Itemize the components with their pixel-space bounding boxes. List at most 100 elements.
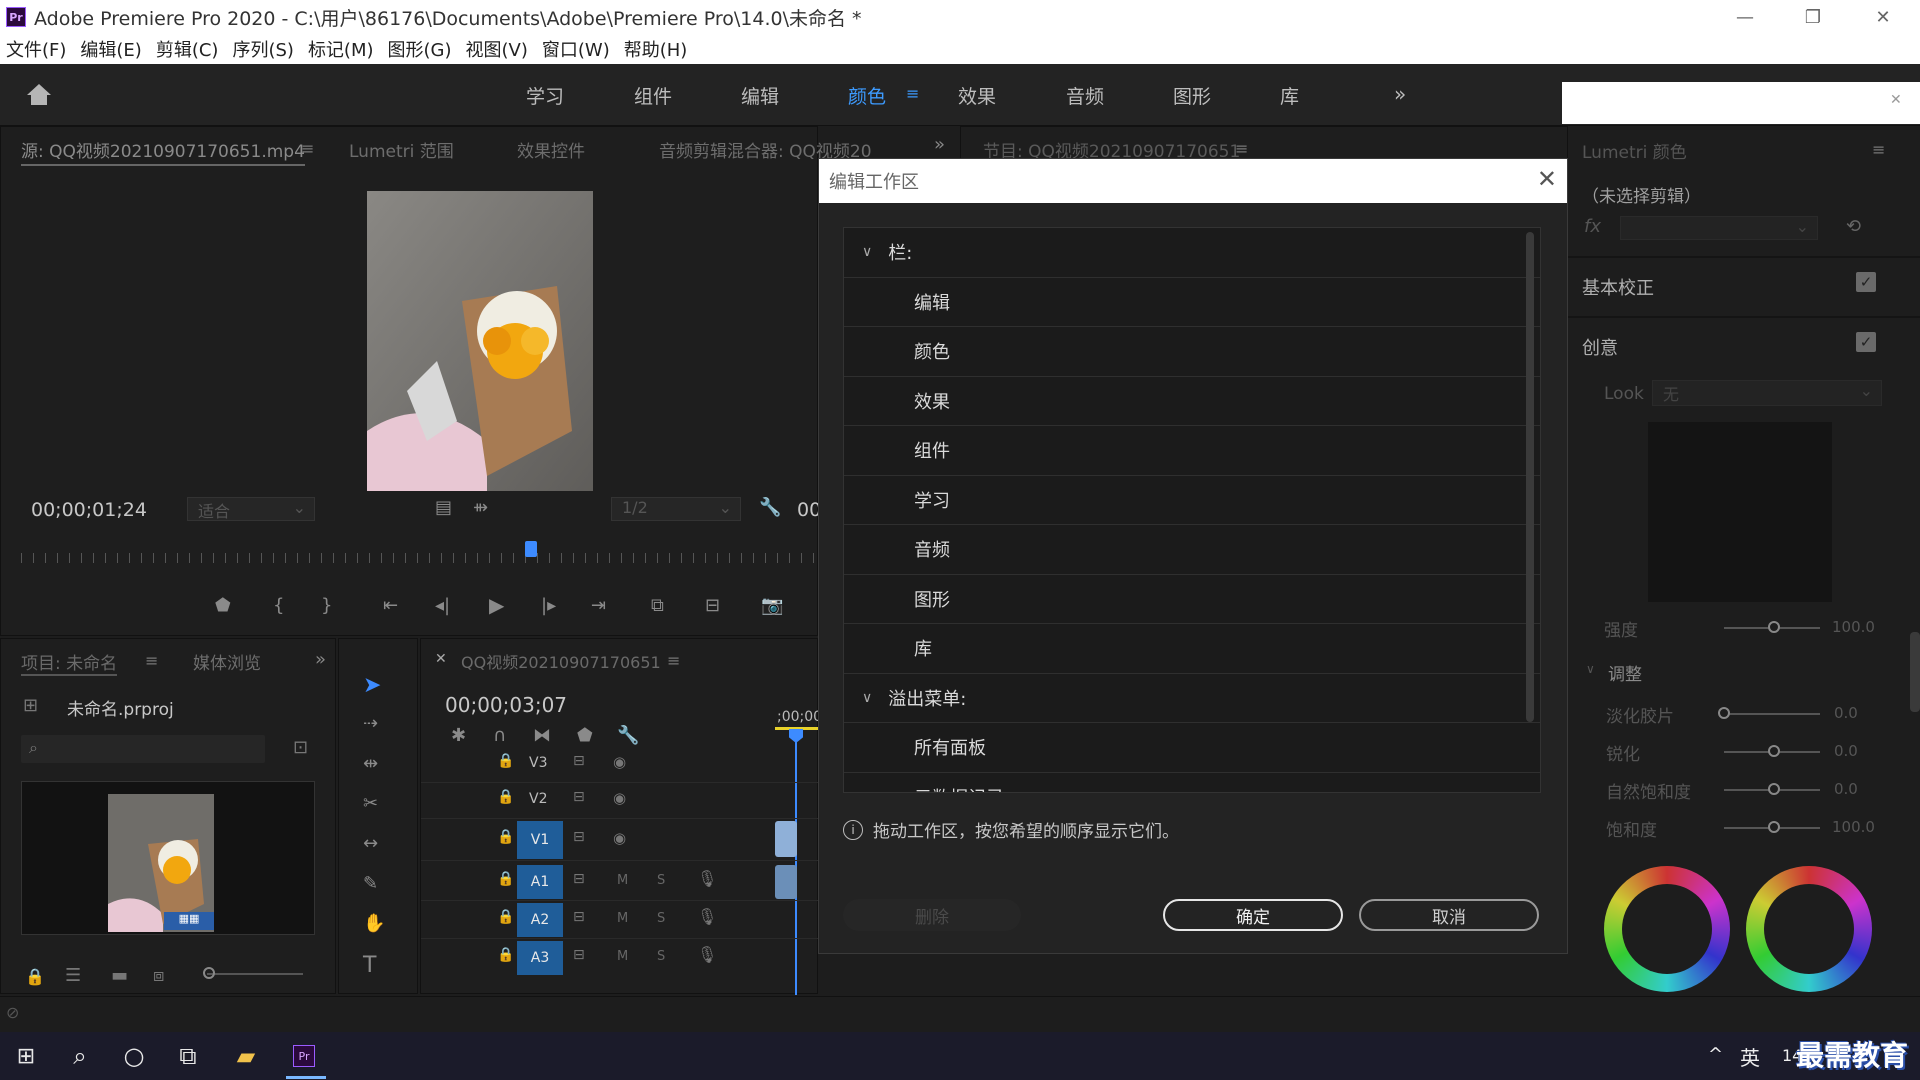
microphone-icon[interactable]: 🎙	[697, 869, 717, 888]
insert-icon[interactable]: ⧉	[651, 595, 664, 616]
wrench-icon[interactable]: 🔧	[759, 497, 781, 518]
tab-libraries[interactable]: 库	[1280, 82, 1299, 109]
type-tool-icon[interactable]: T	[363, 953, 376, 978]
timeline-playhead-handle[interactable]	[789, 729, 803, 743]
faded-film-knob[interactable]	[1718, 707, 1730, 719]
vibrance-knob[interactable]	[1768, 783, 1780, 795]
source-menu-icon[interactable]: ≡	[301, 139, 314, 158]
close-icon[interactable]: ✕	[1537, 165, 1557, 193]
list-item[interactable]: 组件	[844, 426, 1540, 476]
list-item[interactable]: 元数据记录	[844, 773, 1540, 792]
lock-icon[interactable]: 🔒	[497, 753, 514, 769]
project-tabs-overflow-icon[interactable]: »	[315, 649, 326, 670]
tab-media-browser[interactable]: 媒体浏览	[193, 649, 261, 674]
new-search-bin-icon[interactable]: ⊡	[293, 737, 308, 758]
eye-icon[interactable]: ◉	[613, 789, 626, 807]
tab-project[interactable]: 项目: 未命名	[21, 649, 118, 676]
source-tabs-overflow-icon[interactable]: »	[934, 134, 945, 155]
snap-magnet-icon[interactable]: ∩	[493, 725, 506, 746]
export-frame-camera-icon[interactable]: 📷	[761, 595, 783, 616]
chevron-down-icon[interactable]: ∨	[862, 690, 872, 706]
track-label-v3[interactable]: V3	[529, 755, 547, 771]
icon-view-icon[interactable]: ▬	[111, 965, 128, 986]
hand-tool-icon[interactable]: ✋	[363, 913, 385, 934]
menu-view[interactable]: 视图(V)	[466, 36, 528, 62]
lock-icon[interactable]: 🔒	[497, 947, 514, 963]
sync-lock-icon[interactable]: ⊟	[573, 947, 585, 963]
sequence-menu-icon[interactable]: ≡	[667, 651, 680, 670]
menu-file[interactable]: 文件(F)	[6, 36, 66, 62]
nest-icon[interactable]: ✱	[451, 725, 466, 746]
program-menu-icon[interactable]: ≡	[1235, 139, 1248, 158]
mark-in-icon[interactable]: {	[273, 595, 284, 616]
workspace-overflow-icon[interactable]: »	[1394, 82, 1406, 106]
linked-selection-icon[interactable]: ⧓	[533, 725, 551, 746]
workspace-list[interactable]: ∨ 栏: 编辑 颜色 效果 组件 学习 音频 图形 库 ∨ 溢出菜单: 所有面板…	[843, 227, 1541, 793]
lock-icon[interactable]: 🔒	[497, 871, 514, 887]
clip-dropdown[interactable]: ⌄	[1620, 216, 1818, 240]
list-item[interactable]: 所有面板	[844, 723, 1540, 773]
vibrance-value[interactable]: 0.0	[1834, 780, 1858, 798]
lock-icon[interactable]: 🔒	[25, 967, 45, 986]
lock-icon[interactable]: 🔒	[497, 829, 514, 845]
insert-frame-icon[interactable]: ▤	[435, 497, 452, 518]
lock-icon[interactable]: 🔒	[497, 909, 514, 925]
section-creative[interactable]: 创意	[1582, 334, 1618, 360]
tab-lumetri-scopes[interactable]: Lumetri 范围	[349, 137, 454, 162]
track-select-tool-icon[interactable]: ⇢	[363, 713, 378, 734]
menu-edit[interactable]: 编辑(E)	[80, 36, 141, 62]
tab-effects[interactable]: 效果	[958, 82, 996, 109]
premiere-taskbar-icon[interactable]: Pr	[286, 1038, 322, 1074]
list-item[interactable]: 编辑	[844, 278, 1540, 327]
step-forward-icon[interactable]: |▸	[541, 595, 556, 616]
list-item[interactable]: 库	[844, 624, 1540, 674]
source-timecode[interactable]: 00;00;01;24	[31, 499, 147, 521]
razor-tool-icon[interactable]: ✂	[363, 793, 378, 814]
add-marker-icon[interactable]: ⬟	[577, 725, 593, 746]
video-clip[interactable]	[775, 821, 797, 857]
menu-window[interactable]: 窗口(W)	[542, 36, 610, 62]
look-preview[interactable]	[1648, 422, 1832, 602]
sharpen-value[interactable]: 0.0	[1834, 742, 1858, 760]
mute-button[interactable]: M	[617, 911, 628, 926]
go-to-out-icon[interactable]: ⇥	[591, 595, 606, 616]
file-explorer-icon[interactable]: ▰	[228, 1038, 264, 1074]
windows-start-icon[interactable]: ⊞	[8, 1038, 44, 1074]
cancel-button[interactable]: 取消	[1359, 899, 1539, 931]
lock-icon[interactable]: 🔒	[497, 789, 514, 805]
tab-audio[interactable]: 音频	[1066, 82, 1104, 109]
ok-button[interactable]: 确定	[1163, 899, 1343, 931]
mute-button[interactable]: M	[617, 949, 628, 964]
saturation-value[interactable]: 100.0	[1832, 818, 1875, 836]
tab-source[interactable]: 源: QQ视频20210907170651.mp4	[21, 137, 305, 166]
task-view-icon[interactable]: ⧉	[170, 1038, 206, 1074]
project-search-input[interactable]: ⌕	[21, 735, 265, 763]
faded-film-slider[interactable]	[1724, 713, 1820, 715]
section-adjustments[interactable]: 调整	[1608, 660, 1642, 685]
selection-tool-icon[interactable]: ➤	[363, 673, 381, 698]
source-playhead[interactable]	[525, 541, 537, 557]
zoom-slider[interactable]	[207, 973, 303, 975]
workspace-search-box[interactable]	[1562, 82, 1920, 124]
audio-clip[interactable]	[775, 865, 797, 899]
search-icon[interactable]: ⌕	[62, 1038, 98, 1074]
list-view-icon[interactable]: ☰	[65, 965, 81, 986]
menu-markers[interactable]: 标记(M)	[308, 36, 374, 62]
delete-button[interactable]: 删除	[843, 899, 1021, 931]
group-overflow-row[interactable]: ∨ 溢出菜单:	[844, 674, 1540, 723]
list-scrollbar[interactable]	[1526, 232, 1534, 722]
mute-button[interactable]: M	[617, 873, 628, 888]
timeline-timecode[interactable]: 00;00;03;07	[445, 693, 567, 717]
tab-sequence[interactable]: QQ视频20210907170651	[461, 649, 661, 673]
mark-out-icon[interactable]: }	[321, 595, 332, 616]
tab-effect-controls[interactable]: 效果控件	[517, 137, 585, 162]
list-item[interactable]: 图形	[844, 575, 1540, 624]
menu-sequence[interactable]: 序列(S)	[232, 36, 293, 62]
section-basic-correction[interactable]: 基本校正	[1582, 274, 1654, 300]
sync-lock-icon[interactable]: ⊟	[573, 909, 585, 925]
solo-button[interactable]: S	[657, 949, 665, 964]
tab-editing[interactable]: 编辑	[741, 82, 779, 109]
timeline-settings-wrench-icon[interactable]: 🔧	[617, 725, 639, 746]
restore-button[interactable]: ❐	[1778, 0, 1848, 34]
track-label-v2[interactable]: V2	[529, 791, 547, 807]
